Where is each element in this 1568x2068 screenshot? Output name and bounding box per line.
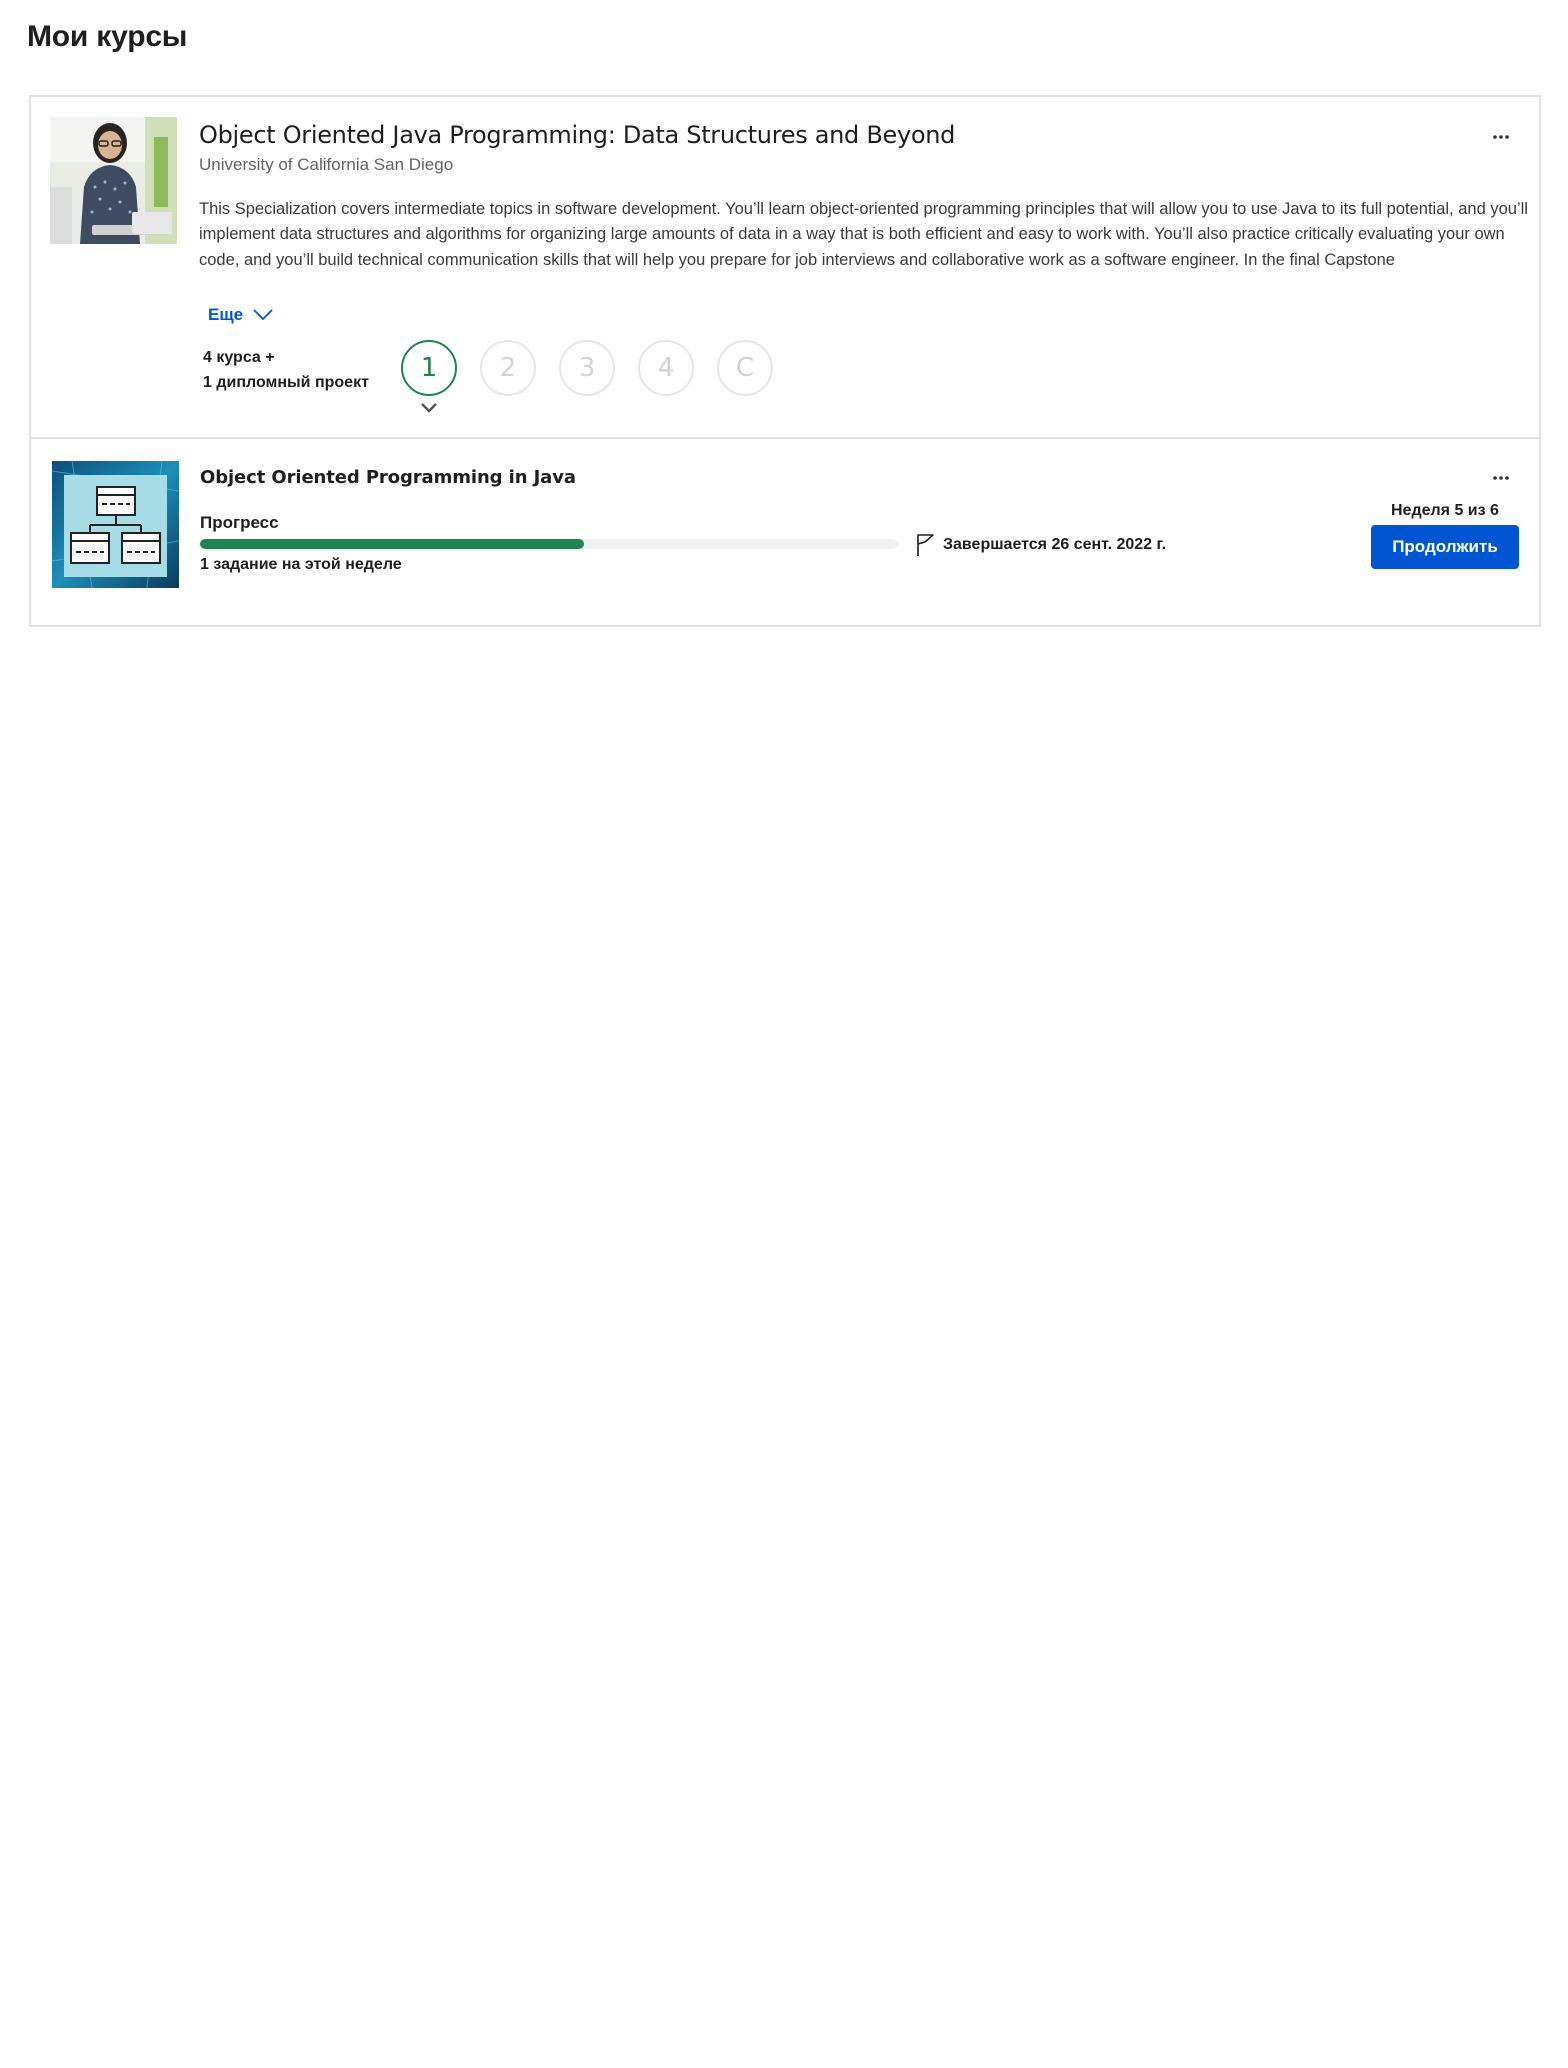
courses-count-line2: 1 дипломный проект [203, 374, 369, 391]
course-steps: 1 2 3 4 C [401, 340, 773, 396]
flag-icon [917, 534, 934, 556]
courses-count-line1: 4 курса + [203, 349, 275, 366]
specialization-title[interactable]: Object Oriented Java Programming: Data S… [199, 121, 955, 149]
step-1[interactable]: 1 [401, 340, 457, 396]
assignments-this-week: 1 задание на этой неделе [200, 556, 402, 573]
courses-count: 4 курса + 1 дипломный проект [203, 345, 369, 395]
show-more-link[interactable]: Еще [208, 305, 273, 325]
deadline: Завершается 26 сент. 2022 г. [915, 533, 1166, 557]
page-title: Мои курсы [27, 20, 188, 53]
specialization-card: Object Oriented Java Programming: Data S… [29, 95, 1541, 627]
step-2[interactable]: 2 [480, 340, 536, 396]
divider [31, 437, 1539, 439]
progress-bar-fill [200, 539, 584, 549]
more-horizontal-icon[interactable] [1493, 127, 1509, 139]
specialization-description: This Specialization covers intermediate … [199, 200, 1528, 269]
more-horizontal-icon[interactable] [1493, 468, 1509, 480]
step-capstone[interactable]: C [717, 340, 773, 396]
specialization-image [50, 117, 177, 244]
progress-label: Прогресс [200, 513, 279, 532]
page: Мои курсы Object Oriented Java Programmi… [0, 0, 1568, 2068]
progress-bar [200, 539, 898, 549]
course-title[interactable]: Object Oriented Programming in Java [200, 467, 576, 488]
chevron-down-icon [419, 401, 439, 419]
show-more-label: Еще [208, 305, 244, 324]
university-name: University of California San Diego [199, 155, 454, 174]
step-3[interactable]: 3 [559, 340, 615, 396]
continue-button[interactable]: Продолжить [1371, 525, 1519, 569]
step-4[interactable]: 4 [638, 340, 694, 396]
course-image [52, 461, 179, 588]
week-indicator: Неделя 5 из 6 [1391, 502, 1499, 519]
deadline-text: Завершается 26 сент. 2022 г. [943, 536, 1167, 553]
chevron-down-icon [253, 309, 273, 321]
